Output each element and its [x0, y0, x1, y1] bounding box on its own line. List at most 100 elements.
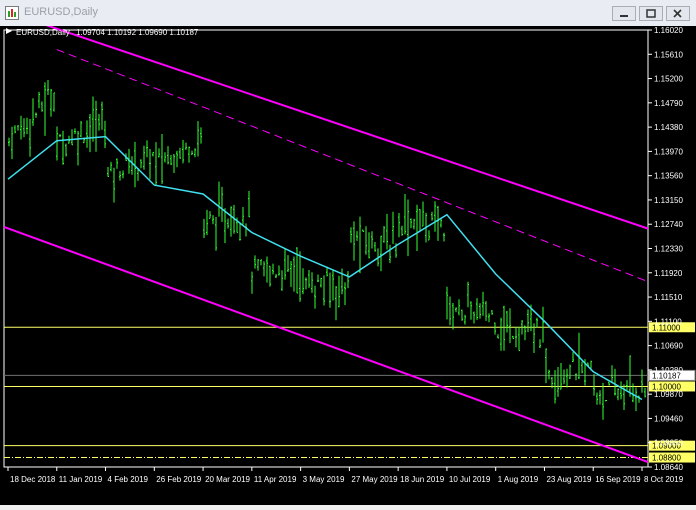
- price-bar: [416, 204, 418, 252]
- channel-line-upper[interactable]: [3, 9, 649, 230]
- price-bar: [266, 256, 268, 283]
- price-bar: [74, 128, 76, 135]
- price-bar: [155, 142, 157, 187]
- x-tick-label: 11 Apr 2019: [254, 475, 297, 484]
- y-tick-label: 1.13970: [654, 147, 683, 156]
- chart-shift-icon: [6, 28, 12, 34]
- price-bar: [503, 305, 505, 351]
- price-bar: [515, 326, 517, 348]
- price-bar: [581, 361, 583, 374]
- price-bar: [389, 244, 391, 264]
- price-bar: [314, 285, 316, 309]
- price-bar: [443, 232, 445, 242]
- price-bar: [383, 225, 385, 243]
- price-bar: [317, 274, 319, 283]
- price-bar: [212, 215, 214, 225]
- price-bar: [95, 100, 97, 152]
- price-bar: [311, 272, 313, 293]
- price-bar: [35, 112, 37, 118]
- price-bar: [281, 270, 283, 291]
- minimize-button[interactable]: [612, 6, 636, 21]
- price-bar: [191, 150, 193, 155]
- x-tick-label: 18 Jun 2019: [400, 475, 445, 484]
- price-bar: [287, 255, 289, 272]
- price-bar: [29, 119, 31, 157]
- price-bar: [617, 388, 619, 401]
- x-tick-label: 4 Feb 2019: [108, 475, 149, 484]
- price-bar: [557, 367, 559, 397]
- price-bar: [59, 134, 61, 138]
- price-bar: [386, 213, 388, 250]
- price-bar: [452, 303, 454, 330]
- price-bar: [8, 137, 10, 147]
- price-chart[interactable]: 1.11000 1.10000 1.09000 1.08800 1.10187 1.16…: [0, 9, 696, 505]
- y-tick-label: 1.08640: [654, 463, 683, 472]
- chart-canvas[interactable]: 1.110001.100001.090001.088001.10187 1.16…: [0, 9, 696, 505]
- price-bar: [335, 286, 337, 321]
- price-bar: [14, 125, 16, 134]
- price-bar: [44, 82, 46, 136]
- price-bar: [599, 390, 601, 405]
- price-bar: [605, 399, 607, 402]
- channel-line-lower[interactable]: [3, 225, 649, 464]
- x-tick-label: 18 Dec 2018: [10, 475, 56, 484]
- close-button[interactable]: [666, 6, 690, 21]
- price-bar: [329, 272, 331, 308]
- price-bar: [173, 154, 175, 173]
- title-bar[interactable]: EURUSD,Daily: [0, 0, 696, 27]
- restore-button[interactable]: [639, 6, 663, 21]
- price-bar: [611, 365, 613, 384]
- price-bar: [446, 286, 448, 320]
- price-bar: [569, 364, 571, 379]
- price-bar: [512, 335, 514, 339]
- y-tick-label: 1.11100: [654, 317, 682, 326]
- price-bar: [146, 140, 148, 158]
- price-bar: [356, 231, 358, 241]
- price-bar: [563, 369, 565, 385]
- price-bar: [593, 374, 595, 396]
- price-bar: [221, 186, 223, 222]
- price-bar: [458, 299, 460, 316]
- price-bar: [575, 373, 577, 381]
- price-bar: [500, 317, 502, 351]
- price-bar: [506, 310, 508, 333]
- price-bar: [371, 231, 373, 249]
- price-bar: [197, 121, 199, 157]
- price-bar: [47, 80, 49, 96]
- x-tick-label: 3 May 2019: [303, 475, 345, 484]
- y-tick-label: 1.11920: [654, 269, 683, 278]
- price-bar: [239, 222, 241, 241]
- price-bar: [80, 120, 82, 138]
- price-bar: [320, 277, 322, 288]
- price-bar: [224, 208, 226, 244]
- price-bar: [302, 268, 304, 295]
- price-bar: [305, 277, 307, 290]
- price-bar: [602, 382, 604, 420]
- x-tick-label: 23 Aug 2019: [546, 475, 591, 484]
- price-bar: [407, 199, 409, 257]
- price-bar: [449, 296, 451, 326]
- price-bar: [398, 212, 400, 238]
- price-bar: [488, 313, 490, 323]
- channel-line-middle[interactable]: [56, 49, 649, 283]
- price-bar: [149, 149, 151, 180]
- price-bar: [23, 118, 25, 138]
- price-bar: [518, 326, 520, 351]
- price-bar: [338, 275, 340, 308]
- price-bar: [275, 273, 277, 279]
- x-tick-label: 20 Mar 2019: [205, 475, 250, 484]
- price-bar: [113, 167, 115, 203]
- price-bar: [494, 322, 496, 335]
- price-bar: [491, 310, 493, 315]
- price-bar: [347, 271, 349, 289]
- close-icon: [673, 9, 682, 18]
- price-bar: [200, 127, 202, 144]
- y-tick-label: 1.09050: [654, 439, 683, 448]
- price-bar: [473, 311, 475, 324]
- price-bar: [179, 147, 181, 159]
- price-bar: [428, 230, 430, 241]
- price-bar: [17, 125, 19, 131]
- y-tick-label: 1.15610: [654, 50, 683, 59]
- price-bar: [368, 232, 370, 259]
- price-bar: [92, 96, 94, 142]
